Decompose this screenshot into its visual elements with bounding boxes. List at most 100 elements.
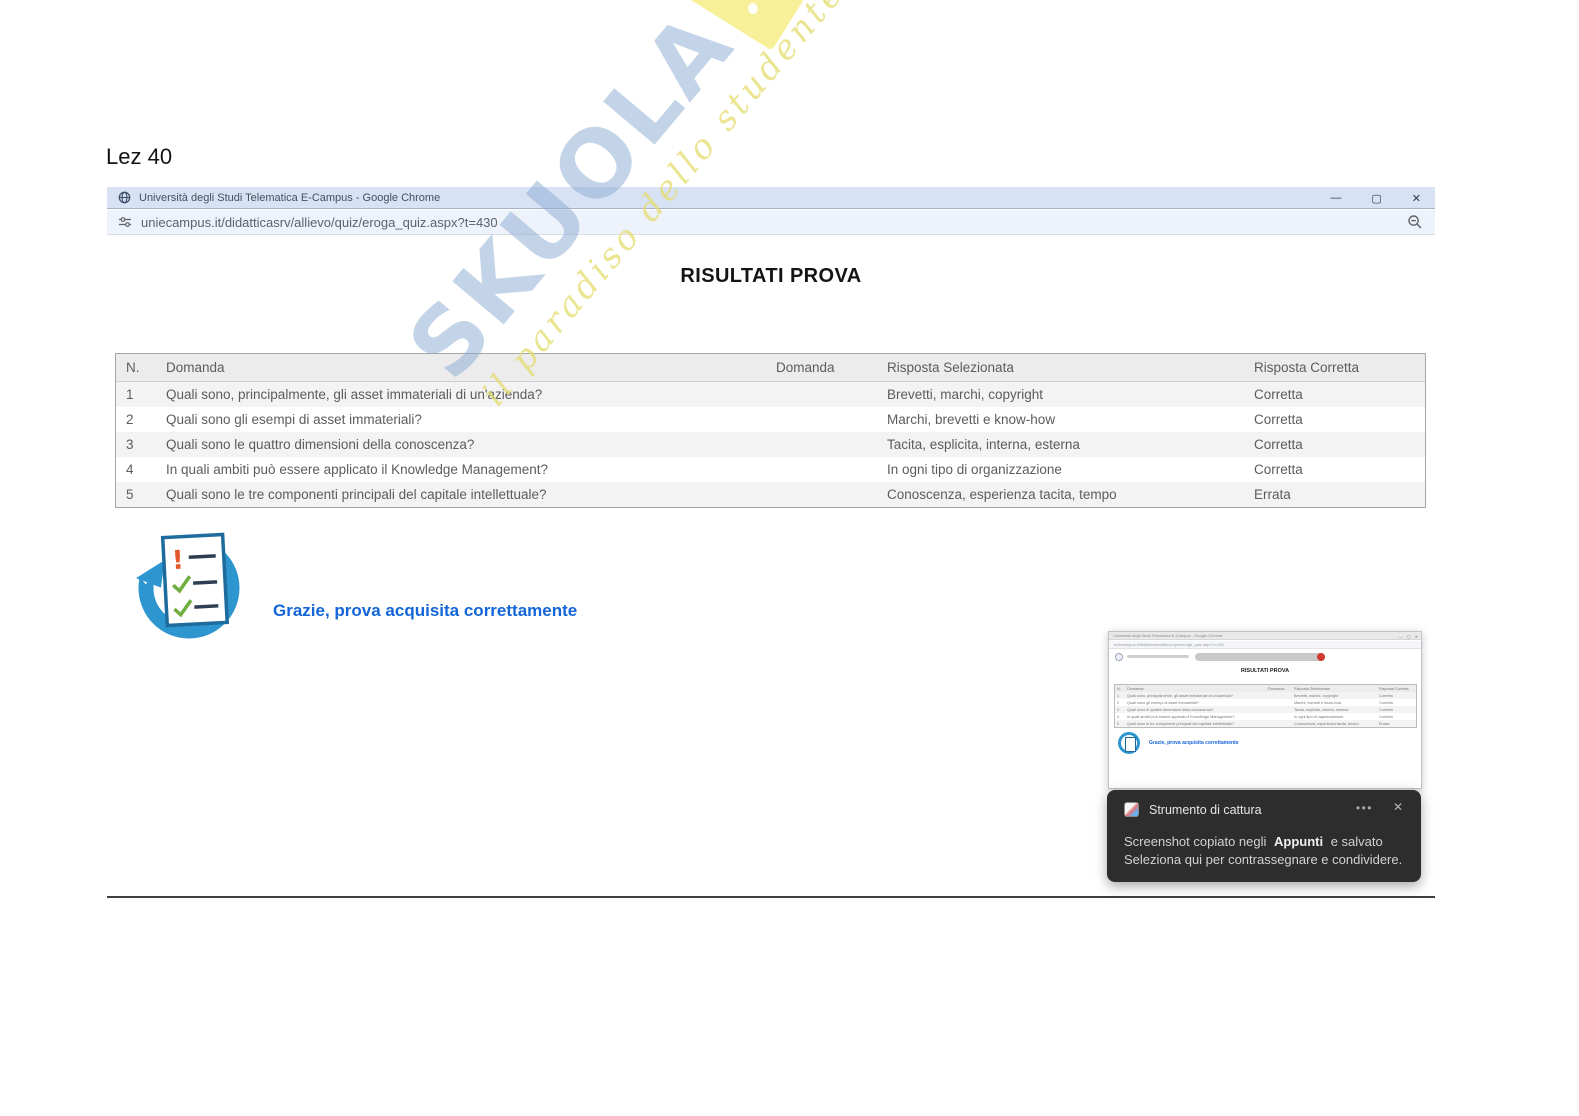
mini-cell: 5: [1117, 721, 1120, 726]
mini-globe-icon: [1115, 653, 1123, 661]
cell-selected: Marchi, brevetti e know-how: [887, 412, 1056, 427]
table-row: 3 Quali sono le quattro dimensioni della…: [116, 432, 1425, 457]
cell-n: 2: [126, 412, 134, 427]
mini-results-heading: RISULTATI PROVA: [1240, 668, 1290, 674]
mini-cell: 4: [1117, 714, 1120, 719]
mini-text-blur: [1127, 655, 1189, 658]
mini-cell: 2: [1117, 700, 1120, 705]
mini-cell: In quali ambiti può essere applicato il …: [1127, 714, 1235, 719]
mini-results-table: N. Domanda Domanda Risposta Selezionata …: [1114, 684, 1417, 728]
address-bar[interactable]: uniecampus.it/didatticasrv/allievo/quiz/…: [107, 210, 1435, 235]
toast-text-bold: Appunti: [1274, 834, 1324, 849]
cell-n: 4: [126, 462, 134, 477]
mini-url-text: uniecampus.it/didatticasrv/allievo/quiz/…: [1114, 642, 1224, 647]
toast-text: e salvato: [1330, 834, 1383, 849]
minimize-button[interactable]: —: [1330, 192, 1341, 204]
cell-selected: Tacita, esplicita, interna, esterna: [887, 437, 1080, 452]
toast-header: Strumento di cattura: [1124, 802, 1262, 817]
mini-cell: Corretta: [1379, 693, 1393, 698]
col-header-risposta-corretta: Risposta Corretta: [1254, 360, 1360, 375]
cell-question: In quali ambiti può essere applicato il …: [166, 462, 548, 477]
mini-acquired-message: Grazie, prova acquisita correttamente: [1149, 740, 1239, 746]
mini-th: Domanda: [1127, 686, 1144, 691]
mini-minimize: —: [1398, 633, 1403, 639]
mini-header-row: N. Domanda Domanda Risposta Selezionata …: [1115, 685, 1416, 692]
cell-n: 1: [126, 387, 134, 402]
cell-outcome: Corretta: [1254, 437, 1303, 452]
toast-text: Screenshot copiato negli: [1124, 834, 1267, 849]
col-header-risposta-selezionata: Risposta Selezionata: [887, 360, 1014, 375]
cell-n: 3: [126, 437, 134, 452]
acquired-message: Grazie, prova acquisita correttamente: [273, 601, 578, 620]
mini-cell: Marchi, brevetti e know-how: [1294, 700, 1342, 705]
snipping-tool-icon: [1124, 802, 1139, 817]
cell-selected: Brevetti, marchi, copyright: [887, 387, 1044, 402]
maximize-button[interactable]: ▢: [1371, 192, 1381, 205]
zoom-out-icon[interactable]: [1407, 214, 1423, 230]
cell-n: 5: [126, 487, 134, 502]
mini-progress-bar: [1195, 653, 1325, 661]
browser-window: Università degli Studi Telematica E-Camp…: [107, 187, 1435, 898]
screenshot-preview-thumbnail[interactable]: Università degli Studi Telematica E-Camp…: [1108, 631, 1422, 789]
table-header-row: N. Domanda Domanda Risposta Selezionata …: [116, 354, 1425, 382]
mini-table-row: 1 Quali sono, principalmente, gli asset …: [1115, 692, 1416, 699]
mini-th: Domanda: [1268, 686, 1285, 691]
close-button[interactable]: ✕: [1412, 192, 1421, 205]
mini-table-row: 3 Quali sono le quattro dimensioni della…: [1115, 706, 1416, 713]
watermark-net-banner: .net: [686, 0, 855, 51]
snipping-tool-notification[interactable]: Strumento di cattura ••• ✕ Screenshot co…: [1107, 790, 1421, 882]
results-table: N. Domanda Domanda Risposta Selezionata …: [115, 353, 1426, 508]
test-acquired-icon: !: [129, 532, 240, 639]
table-row: 2 Quali sono gli esempi di asset immater…: [116, 407, 1425, 432]
mini-cell: Quali sono le tre componenti principali …: [1127, 721, 1235, 726]
col-header-domanda: Domanda: [166, 360, 225, 375]
cell-question: Quali sono, principalmente, gli asset im…: [166, 387, 543, 402]
notes-page: Lez 40 Università degli Studi Telematica…: [0, 0, 1579, 1116]
cell-outcome: Corretta: [1254, 462, 1303, 477]
url-text[interactable]: uniecampus.it/didatticasrv/allievo/quiz/…: [141, 215, 498, 230]
mini-recording-bar: [1109, 651, 1421, 664]
toast-close-button[interactable]: ✕: [1393, 800, 1403, 814]
toast-body-line2[interactable]: Seleziona qui per contrassegnare e condi…: [1124, 852, 1402, 867]
globe-favicon-icon: [118, 191, 131, 204]
window-controls: — ▢ ✕: [1330, 187, 1421, 209]
mini-cell: Brevetti, marchi, copyright: [1294, 693, 1338, 698]
mini-table-row: 4 In quali ambiti può essere applicato i…: [1115, 713, 1416, 720]
browser-titlebar[interactable]: Università degli Studi Telematica E-Camp…: [107, 187, 1435, 209]
mini-cell: Errata: [1379, 721, 1390, 726]
mini-cell: 1: [1117, 693, 1120, 698]
toast-body-line1: Screenshot copiato negli Appunti e salva…: [1124, 834, 1383, 849]
mini-cell: Quali sono, principalmente, gli asset im…: [1127, 693, 1233, 698]
toast-app-name: Strumento di cattura: [1149, 802, 1262, 817]
table-row: 1 Quali sono, principalmente, gli asset …: [116, 382, 1425, 407]
mini-cell: Corretta: [1379, 714, 1393, 719]
mini-cell: Corretta: [1379, 700, 1393, 705]
results-heading: RISULTATI PROVA: [680, 265, 862, 287]
mini-urlbar: uniecampus.it/didatticasrv/allievo/quiz/…: [1109, 641, 1421, 649]
col-header-n: N.: [126, 360, 140, 375]
mini-cell: Quali sono le quattro dimensioni della c…: [1127, 707, 1214, 712]
cell-question: Quali sono le quattro dimensioni della c…: [166, 437, 475, 452]
site-settings-icon[interactable]: [118, 215, 132, 229]
cell-question: Quali sono gli esempi di asset immateria…: [166, 412, 422, 427]
mini-window-title: Università degli Studi Telematica E-Camp…: [1113, 633, 1223, 638]
mini-cell: In ogni tipo di organizzazione: [1294, 714, 1344, 719]
mini-cell: Conoscenza, esperienza tacita, tempo: [1294, 721, 1359, 726]
cell-selected: In ogni tipo di organizzazione: [887, 462, 1062, 477]
mini-record-stop-icon: [1317, 653, 1325, 661]
toast-more-button[interactable]: •••: [1356, 801, 1373, 815]
table-row: 4 In quali ambiti può essere applicato i…: [116, 457, 1425, 482]
mini-cell: Quali sono gli esempi di asset immateria…: [1127, 700, 1199, 705]
mini-th: Risposta Corretta: [1379, 686, 1409, 691]
mini-close: ✕: [1414, 633, 1418, 639]
table-row: 5 Quali sono le tre componenti principal…: [116, 482, 1425, 507]
mini-titlebar: Università degli Studi Telematica E-Camp…: [1109, 632, 1421, 640]
mini-cell: Tacita, esplicita, interna, esterna: [1294, 707, 1349, 712]
mini-cell: Corretta: [1379, 707, 1393, 712]
cell-selected: Conoscenza, esperienza tacita, tempo: [887, 487, 1117, 502]
cell-outcome: Corretta: [1254, 387, 1303, 402]
window-title: Università degli Studi Telematica E-Camp…: [139, 191, 441, 204]
svg-text:!: !: [171, 546, 184, 577]
mini-window-controls: — ▢ ✕: [1399, 632, 1418, 640]
cell-outcome: Corretta: [1254, 412, 1303, 427]
